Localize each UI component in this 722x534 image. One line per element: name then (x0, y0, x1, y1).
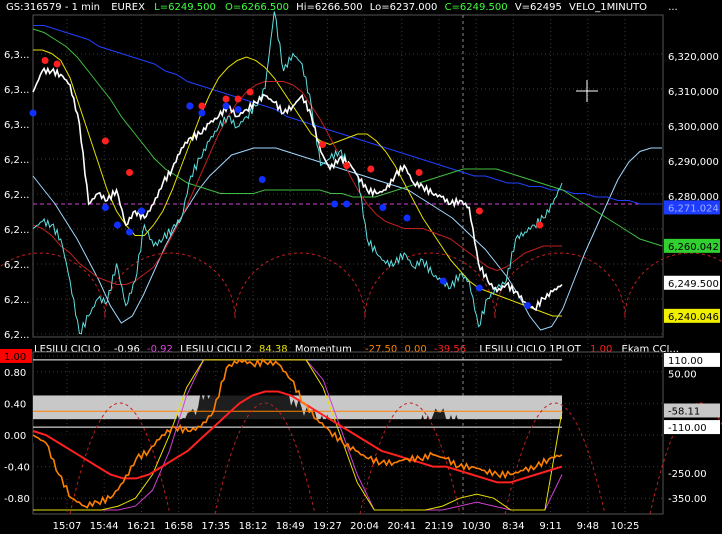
x-tick-label: 8:34 (502, 521, 524, 532)
left-tick-label: 6,3... (4, 85, 29, 96)
left-tick-label: 6,2... (4, 330, 29, 341)
red-marker (53, 60, 61, 68)
oscillator-panel (32, 358, 722, 515)
x-tick-label: 10/30 (462, 521, 491, 532)
x-tick-label: 19:27 (313, 521, 342, 532)
red-marker (246, 88, 254, 96)
red-marker (41, 57, 49, 64)
x-tick-label: 18:49 (276, 521, 305, 532)
red-marker (222, 95, 230, 103)
x-tick-label: 15:44 (90, 521, 119, 532)
price-tag-label: 6,260.042 (668, 242, 719, 253)
x-tick-label: 9:48 (577, 521, 599, 532)
red-marker (536, 221, 544, 229)
cycle-arc-line (504, 402, 606, 515)
blue-marker (113, 221, 121, 229)
x-tick-label: 20:04 (350, 521, 379, 532)
chart-canvas[interactable]: 15:07 15:44 16:21 16:58 17:35 18:12 18:49 19:27… (0, 0, 722, 534)
cycle-arc-line (494, 252, 626, 319)
blue-line-series (33, 25, 662, 205)
red-marker (126, 169, 134, 176)
cycle-arc-line (104, 252, 236, 319)
osc-left-tick-label: -0.40 (4, 463, 30, 474)
left-tick-label: 6,2... (4, 260, 29, 271)
x-tick-label: 16:58 (164, 521, 193, 532)
blue-marker (126, 228, 134, 236)
blue-marker (101, 204, 109, 211)
right-tick-label: 6,290,000 (668, 157, 719, 168)
price-panel (0, 11, 722, 335)
x-tick-label: 15:07 (53, 521, 82, 532)
red-marker (367, 165, 375, 173)
left-tick-label: 6,2... (4, 190, 29, 201)
oscillator-panel-frame (32, 351, 664, 515)
osc-right-tick-label: -250.00 (668, 469, 707, 480)
osc-left-tick-label: 0.80 (4, 368, 26, 379)
osc-left-tick-label: 1.00 (4, 352, 26, 363)
x-tick-label: 16:21 (127, 521, 156, 532)
left-tick-label: 6,2... (4, 155, 29, 166)
price-tag-label: 6,271.024 (668, 203, 719, 214)
right-tick-label: 6,300,000 (668, 122, 719, 133)
red-marker (319, 141, 327, 148)
right-tick-label: 6,310,000 (668, 87, 719, 98)
blue-marker (222, 102, 230, 110)
blue-marker (379, 204, 387, 211)
price-series (32, 66, 563, 312)
blue-marker (475, 284, 483, 292)
blue-marker (258, 176, 266, 183)
x-tick-label: 10:25 (611, 521, 640, 532)
blue-marker (198, 109, 206, 117)
osc-right-tick-label: 50.00 (668, 369, 697, 380)
left-tick-label: 6,2... (4, 225, 29, 236)
red-marker (101, 137, 109, 145)
osc-left-tick-label: 0.40 (4, 399, 26, 410)
price-tag-label: 6,240.046 (668, 312, 719, 323)
dkred-line-series (32, 81, 562, 285)
osc-right-tick-label: -110.00 (668, 423, 707, 434)
red-marker (475, 207, 483, 215)
red-marker (198, 102, 206, 110)
blue-marker (331, 200, 339, 208)
crosshair-icon (576, 80, 598, 102)
cyan-series (32, 11, 563, 335)
red-marker (415, 169, 423, 176)
osc-right-tick-label: 110.00 (668, 356, 703, 367)
x-tick-label: 18:12 (239, 521, 268, 532)
osc-right-tick-label: -58.11 (668, 406, 700, 417)
left-tick-label: 6,2... (4, 295, 29, 306)
osc-left-tick-label: -0.80 (4, 494, 30, 505)
x-tick-label: 21:19 (425, 521, 454, 532)
red-marker (234, 95, 242, 103)
blue-marker (234, 106, 242, 113)
blue-marker (524, 302, 532, 309)
blue-marker (439, 277, 447, 285)
right-tick-label: 6,320,000 (668, 52, 719, 63)
blue-marker (29, 109, 37, 117)
blue-marker (403, 214, 411, 222)
x-tick-label: 20:41 (387, 521, 416, 532)
price-panel-frame (32, 14, 664, 338)
x-tick-label: 9:11 (539, 521, 561, 532)
blue-marker (186, 102, 194, 110)
osc-left-tick-label: 0.00 (4, 431, 26, 442)
cycle-arc-line (234, 252, 366, 319)
price-tag-label: 6,249.500 (668, 279, 719, 290)
x-tick-label: 17:35 (201, 521, 230, 532)
left-tick-label: 6,3... (4, 120, 29, 131)
red-marker (343, 162, 351, 169)
blue-marker (138, 207, 146, 215)
osc-right-tick-label: -350.00 (668, 494, 707, 505)
left-tick-label: 6,3... (4, 50, 29, 61)
blue-marker (343, 200, 351, 208)
